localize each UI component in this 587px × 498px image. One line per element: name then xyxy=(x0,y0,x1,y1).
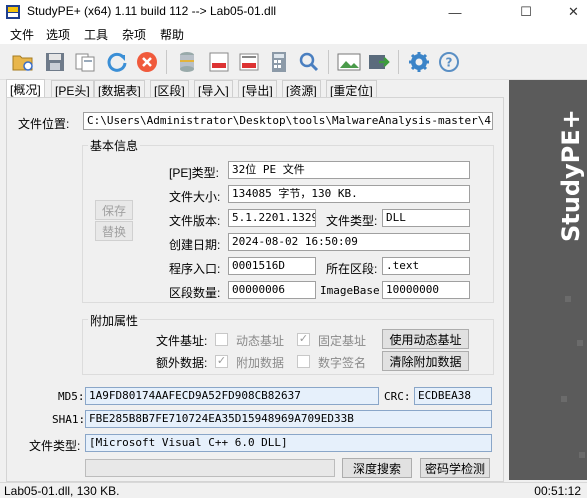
entry-point-label: 程序入口: xyxy=(169,262,221,276)
tab-overview[interactable]: [概况] xyxy=(6,79,45,98)
menu-bar: 文件 选项 工具 杂项 帮助 xyxy=(0,24,587,44)
export-icon[interactable] xyxy=(366,49,392,75)
card-icon[interactable] xyxy=(236,49,262,75)
menu-tools[interactable]: 工具 xyxy=(82,26,110,43)
append-data-checkbox[interactable]: ✓ xyxy=(215,355,228,368)
pe-type-label: [PE]类型: xyxy=(169,166,220,180)
menu-help[interactable]: 帮助 xyxy=(158,26,186,43)
entry-section-label: 所在区段: xyxy=(326,262,378,276)
file-type-field[interactable]: DLL xyxy=(382,209,470,227)
menu-misc[interactable]: 杂项 xyxy=(120,26,148,43)
banner-pattern xyxy=(565,296,571,302)
save-button[interactable]: 保存 xyxy=(95,200,133,220)
digital-sign-label: 数字签名 xyxy=(318,356,367,370)
use-dynamic-base-button[interactable]: 使用动态基址 xyxy=(382,329,469,349)
fixed-base-label: 固定基址 xyxy=(318,334,367,348)
save-icon[interactable] xyxy=(42,49,68,75)
dynamic-base-checkbox[interactable] xyxy=(215,333,228,346)
section-count-label: 区段数量: xyxy=(169,286,221,300)
open-folder-icon[interactable] xyxy=(10,49,36,75)
tab-sections[interactable]: [区段] xyxy=(150,80,189,98)
svg-text:?: ? xyxy=(446,56,453,70)
compiler-type-label: 文件类型: xyxy=(29,439,81,453)
compiler-type-field[interactable]: [Microsoft Visual C++ 6.0 DLL] xyxy=(85,434,492,452)
close-button[interactable]: ✕ xyxy=(560,0,587,24)
status-file-info: Lab05-01.dll, 130 KB. xyxy=(4,484,120,498)
deep-search-button[interactable]: 深度搜索 xyxy=(342,458,412,478)
status-bar: Lab05-01.dll, 130 KB. 00:51:12 xyxy=(0,482,587,498)
entry-point-field[interactable]: 0001516D xyxy=(228,257,316,275)
md5-field[interactable]: 1A9FD80174AAFECD9A52FD908CB82637 xyxy=(85,387,379,405)
search-icon[interactable] xyxy=(296,49,322,75)
image-base-label: ImageBase: xyxy=(320,284,387,297)
status-clock: 00:51:12 xyxy=(534,484,581,498)
banner-pattern xyxy=(579,452,585,458)
pe-type-field[interactable]: 32位 PE 文件 xyxy=(228,161,470,179)
window-title: StudyPE+ (x64) 1.11 build 112 --> Lab05-… xyxy=(27,4,277,18)
file-size-label: 文件大小: xyxy=(169,190,221,204)
file-base-label: 文件基址: xyxy=(156,334,208,348)
refresh-icon[interactable] xyxy=(104,49,130,75)
file-location-label: 文件位置: xyxy=(18,117,70,131)
file-location-field[interactable]: C:\Users\Administrator\Desktop\tools\Mal… xyxy=(83,112,493,130)
clear-extra-data-button[interactable]: 清除附加数据 xyxy=(382,351,469,371)
stop-icon[interactable] xyxy=(134,49,160,75)
tab-relocations[interactable]: [重定位] xyxy=(326,80,377,98)
fixed-base-checkbox[interactable]: ✓ xyxy=(297,333,310,346)
maximize-button[interactable]: ☐ xyxy=(503,0,549,24)
tab-pe-header[interactable]: [PE头] xyxy=(51,80,94,98)
crc-label: CRC: xyxy=(384,390,411,403)
sha1-label: SHA1: xyxy=(52,413,86,426)
settings-icon[interactable] xyxy=(406,49,432,75)
entry-section-field[interactable]: .text xyxy=(382,257,470,275)
digital-sign-checkbox[interactable] xyxy=(297,355,310,368)
append-data-label: 附加数据 xyxy=(236,356,285,370)
file-size-field[interactable]: 134085 字节，130 KB. xyxy=(228,185,470,203)
title-bar: StudyPE+ (x64) 1.11 build 112 --> Lab05-… xyxy=(0,0,587,24)
sha1-field[interactable]: FBE285B8B7FE710724EA35D15948969A709ED33B xyxy=(85,410,492,428)
basic-info-title: 基本信息 xyxy=(88,137,141,154)
md5-label: MD5: xyxy=(58,390,85,403)
banner-pattern xyxy=(577,340,583,346)
file-version-label: 文件版本: xyxy=(169,214,221,228)
text-icon[interactable] xyxy=(206,49,232,75)
tab-data-table[interactable]: [数据表] xyxy=(94,80,145,98)
dynamic-base-label: 动态基址 xyxy=(236,334,285,348)
menu-options[interactable]: 选项 xyxy=(44,26,72,43)
menu-file[interactable]: 文件 xyxy=(8,26,36,43)
created-date-label: 创建日期: xyxy=(169,238,221,252)
minimize-button[interactable]: — xyxy=(432,0,478,24)
toolbar: ? xyxy=(0,44,587,80)
tab-resources[interactable]: [资源] xyxy=(282,80,321,98)
banner-pattern xyxy=(561,396,567,402)
tab-imports[interactable]: [导入] xyxy=(194,80,233,98)
help-icon[interactable]: ? xyxy=(436,49,462,75)
compare-icon[interactable] xyxy=(72,49,98,75)
created-date-field[interactable]: 2024-08-02 16:50:09 xyxy=(228,233,470,251)
crypto-detect-button[interactable]: 密码学检测 xyxy=(420,458,490,478)
image-base-field[interactable]: 10000000 xyxy=(382,281,470,299)
studype-banner: StudyPE+ xyxy=(509,80,587,480)
file-type-label: 文件类型: xyxy=(326,214,378,228)
extra-attributes-title: 附加属性 xyxy=(88,312,141,329)
extra-data-label: 额外数据: xyxy=(156,356,208,370)
app-icon xyxy=(6,5,20,19)
section-count-field[interactable]: 00000006 xyxy=(228,281,316,299)
image-icon[interactable] xyxy=(336,49,362,75)
banner-text: StudyPE+ xyxy=(557,109,585,242)
scan-progress-bar xyxy=(85,459,335,477)
file-version-field[interactable]: 5.1.2201.1329 xyxy=(228,209,316,227)
replace-button[interactable]: 替换 xyxy=(95,221,133,241)
tab-exports[interactable]: [导出] xyxy=(238,80,277,98)
calculator-icon[interactable] xyxy=(266,49,292,75)
database-icon[interactable] xyxy=(174,49,200,75)
crc-field[interactable]: ECDBEA38 xyxy=(414,387,492,405)
